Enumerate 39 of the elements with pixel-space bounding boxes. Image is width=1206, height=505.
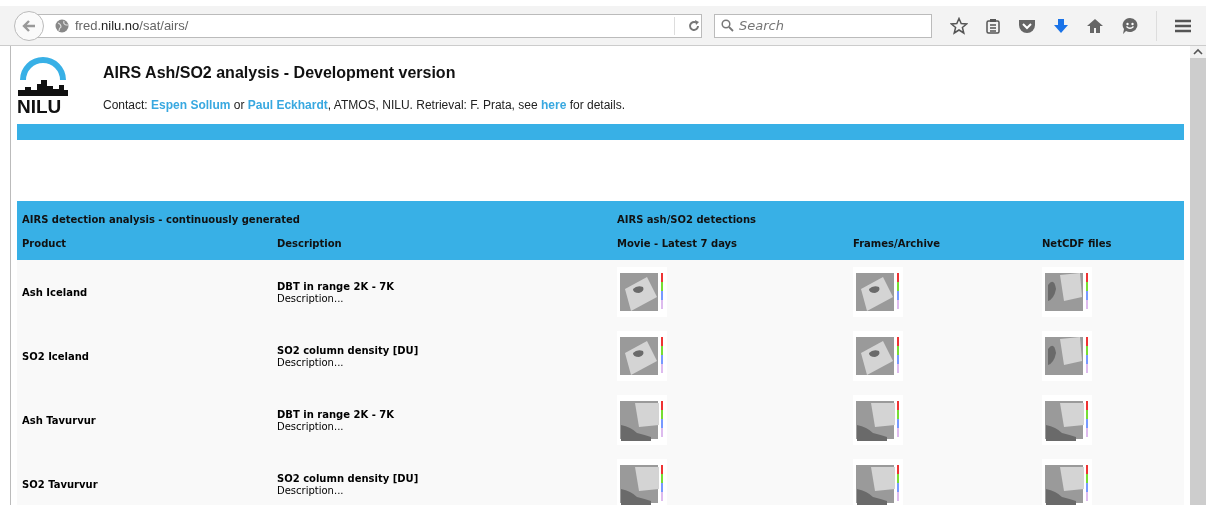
description-link[interactable]: Description...: [277, 292, 617, 304]
scroll-up-icon[interactable]: [1193, 48, 1203, 56]
chat-icon[interactable]: [1121, 16, 1139, 35]
back-arrow-icon: [22, 19, 36, 32]
column-header: Frames/Archive: [853, 237, 942, 249]
group-heading: AIRS detection analysis - continuously generated: [22, 213, 301, 225]
url-text: fred.nilu.no/sat/airs/: [75, 18, 190, 33]
description-title: DBT in range 2K - 7K: [277, 280, 395, 292]
back-button[interactable]: [14, 10, 44, 41]
globe-icon: [55, 18, 69, 33]
product-cell-text: Ash Tavurvur: [22, 414, 97, 426]
description-link[interactable]: Description...: [277, 356, 617, 368]
reload-icon[interactable]: [687, 18, 701, 33]
download-icon[interactable]: [1053, 17, 1069, 34]
description-link[interactable]: Description...: [277, 420, 617, 432]
clipboard-icon[interactable]: [985, 17, 1001, 34]
address-bar[interactable]: fred.nilu.no/sat/airs/: [36, 13, 702, 38]
page-title: AIRS Ash/SO2 analysis - Development version: [103, 64, 457, 82]
column-header: Movie - Latest 7 days: [617, 237, 739, 249]
column-header: NetCDF files: [1042, 237, 1113, 249]
column-header: Description: [277, 237, 343, 249]
home-icon[interactable]: [1086, 17, 1104, 34]
contact-text: Contact: Espen Sollum or Paul Eckhardt, ATMOS, NILU. Retrieval: F. Prata, see here for details.: [103, 98, 625, 112]
menu-icon[interactable]: [1174, 17, 1192, 34]
column-header: Product: [22, 237, 68, 249]
product-cell-text: SO2 Tavurvur: [22, 478, 99, 490]
description-title: SO2 column density [DU]: [277, 344, 420, 356]
product-cell-text: SO2 Iceland: [22, 350, 91, 362]
pocket-icon[interactable]: [1018, 17, 1036, 34]
product-cell-text: Ash Iceland: [22, 286, 89, 298]
search-icon: [721, 18, 734, 32]
scrollbar[interactable]: [1190, 46, 1206, 505]
description-link[interactable]: Description...: [277, 484, 617, 496]
description-title: DBT in range 2K - 7K: [277, 408, 395, 420]
search-field[interactable]: Search: [714, 13, 932, 38]
group-heading: AIRS ash/SO2 detections: [617, 213, 758, 225]
logo-text: NILU: [17, 96, 62, 118]
description-title: SO2 column density [DU]: [277, 472, 420, 484]
star-icon[interactable]: [950, 16, 968, 35]
